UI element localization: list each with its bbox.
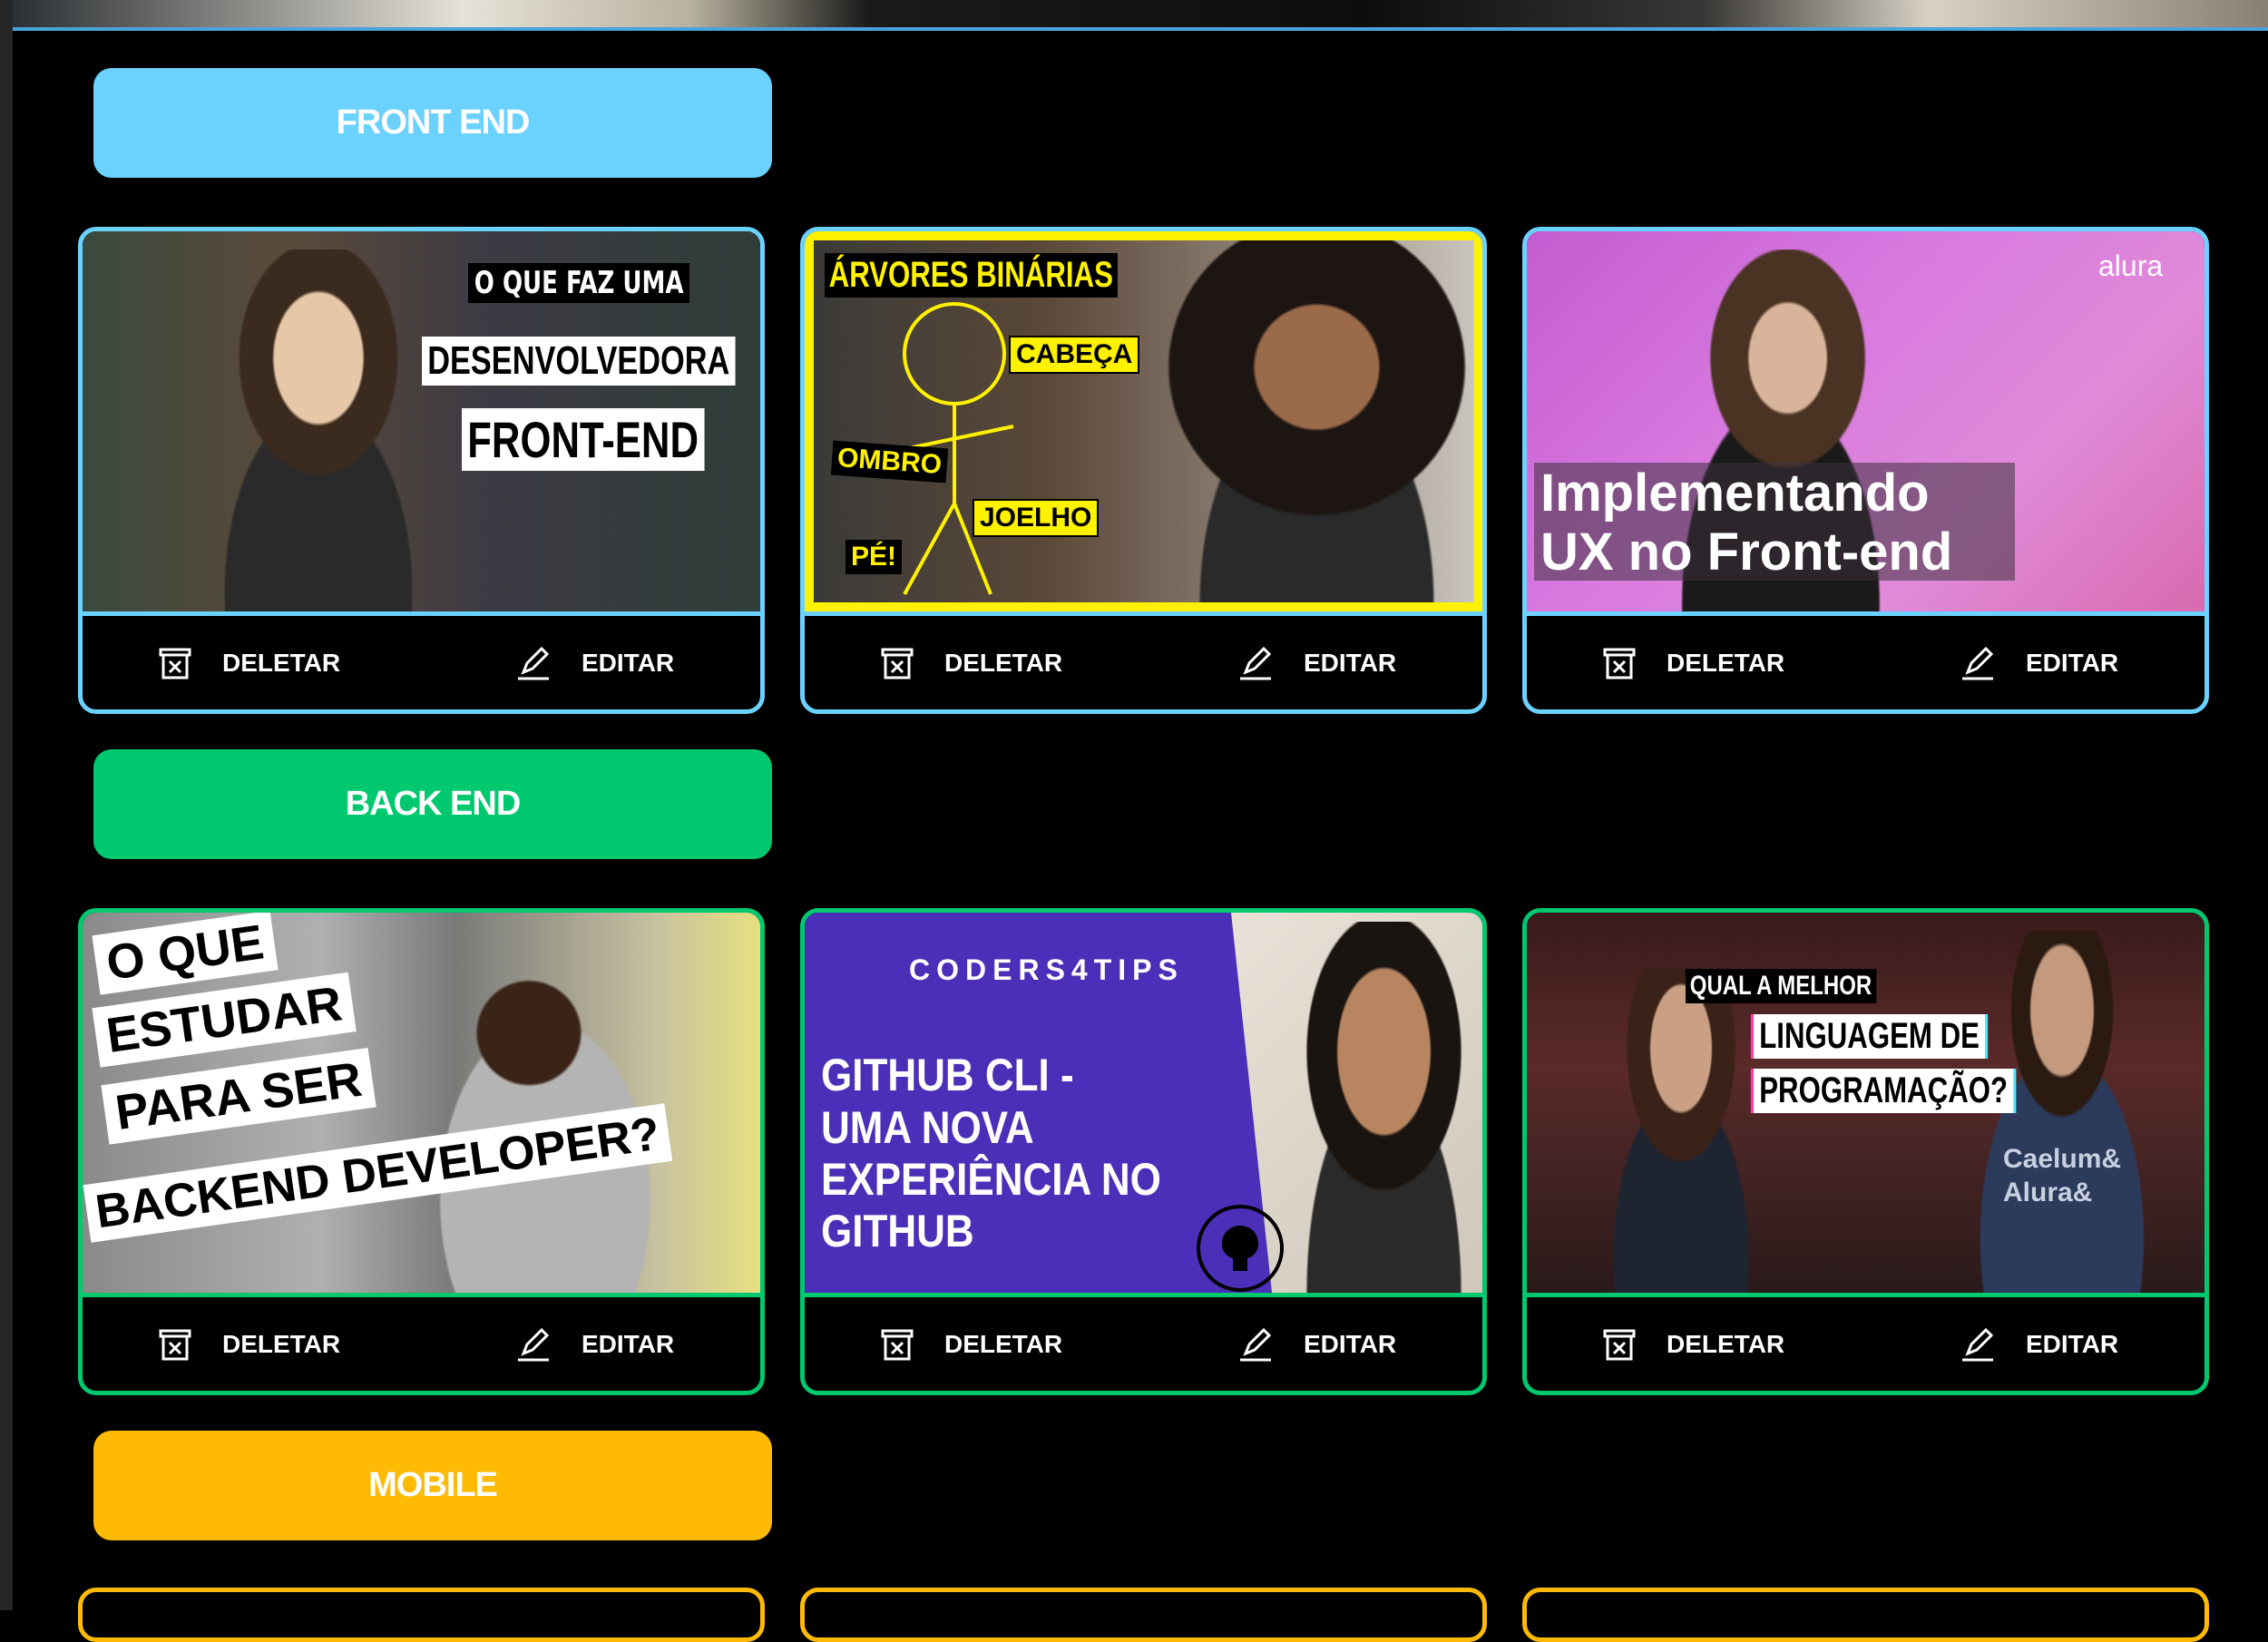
video-thumbnail[interactable]: O QUE FAZ UMA DESENVOLVEDORA FRONT-END [83, 231, 760, 611]
video-card[interactable]: ÁRVORES BINÁRIAS CABEÇA OMBRO JOELHO PÉ!… [800, 227, 1487, 714]
thumb-text: GITHUB CLI - [821, 1050, 1074, 1100]
video-thumbnail[interactable]: ÁRVORES BINÁRIAS CABEÇA OMBRO JOELHO PÉ! [805, 231, 1482, 611]
delete-button[interactable]: DELETAR [879, 1297, 1062, 1391]
delete-label: DELETAR [222, 1329, 341, 1358]
category-button-mobile[interactable]: MOBILE [93, 1431, 772, 1540]
thumb-text: QUAL A MELHOR [1686, 969, 1877, 1003]
shirt-text: Alura& [2003, 1178, 2093, 1207]
delete-label: DELETAR [944, 1329, 1063, 1358]
thumb-text: UMA NOVA [821, 1102, 1034, 1153]
edit-button[interactable]: EDITAR [1238, 1297, 1396, 1391]
video-card[interactable]: Implementando UX no Front-end alura DELE… [1522, 227, 2209, 714]
delete-label: DELETAR [222, 648, 341, 677]
video-thumbnail[interactable]: O QUE ESTUDAR PARA SER BACKEND DEVELOPER… [83, 913, 760, 1293]
thumb-text: PROGRAMAÇÃO? [1754, 1069, 2014, 1113]
video-card[interactable] [78, 1588, 765, 1642]
edit-label: EDITAR [2026, 1329, 2119, 1358]
thumb-text: LINGUAGEM DE [1754, 1014, 1986, 1059]
category-button-front-end[interactable]: FRONT END [93, 68, 772, 178]
delete-button[interactable]: DELETAR [157, 616, 340, 709]
video-thumbnail[interactable]: Implementando UX no Front-end alura [1527, 231, 2204, 611]
hero-banner-edge [13, 0, 2268, 31]
thumb-text: O QUE FAZ UMA [468, 263, 690, 303]
card-actions: DELETAR EDITAR [1527, 611, 2204, 709]
video-card[interactable]: CODERS4TIPS GITHUB CLI - UMA NOVA EXPERI… [800, 908, 1487, 1395]
thumb-text: UX no Front-end [1540, 523, 1953, 582]
category-button-back-end[interactable]: BACK END [93, 749, 772, 859]
thumb-text: EXPERIÊNCIA NO [821, 1154, 1161, 1205]
shirt-text: Caelum& [2003, 1144, 2122, 1174]
github-icon [1197, 1205, 1284, 1292]
thumb-text: JOELHO [973, 499, 1100, 537]
edit-button[interactable]: EDITAR [516, 616, 674, 709]
thumb-text: PARA SER [101, 1047, 376, 1145]
delete-label: DELETAR [944, 648, 1063, 677]
delete-button[interactable]: DELETAR [1601, 1297, 1784, 1391]
trash-icon [1603, 648, 1636, 679]
delete-label: DELETAR [1667, 1329, 1785, 1358]
presenter-photo [146, 249, 491, 611]
trash-icon [881, 1329, 914, 1360]
video-card[interactable]: O QUE FAZ UMA DESENVOLVEDORA FRONT-END D… [78, 227, 765, 714]
pencil-icon [1962, 646, 1994, 679]
video-thumbnail[interactable]: CODERS4TIPS GITHUB CLI - UMA NOVA EXPERI… [805, 913, 1482, 1293]
edit-label: EDITAR [1304, 648, 1397, 677]
video-card[interactable] [800, 1588, 1487, 1642]
thumb-text: FRONT-END [462, 408, 705, 471]
edit-label: EDITAR [582, 1329, 675, 1358]
thumb-text: O QUE [92, 913, 279, 995]
card-actions: DELETAR EDITAR [1527, 1293, 2204, 1391]
edit-button[interactable]: EDITAR [1960, 616, 2118, 709]
thumb-text: GITHUB [821, 1206, 974, 1256]
thumb-text: CODERS4TIPS [909, 953, 1184, 986]
trash-icon [159, 648, 191, 679]
thumb-text: PÉ! [846, 540, 903, 574]
delete-label: DELETAR [1667, 648, 1785, 677]
trash-icon [159, 1329, 191, 1360]
card-actions: DELETAR EDITAR [805, 1293, 1482, 1391]
edit-button[interactable]: EDITAR [1238, 616, 1396, 709]
video-card[interactable]: QUAL A MELHOR LINGUAGEM DE PROGRAMAÇÃO? … [1522, 908, 2209, 1395]
left-scroll-strip [0, 0, 13, 1610]
pencil-icon [1962, 1327, 1994, 1361]
delete-button[interactable]: DELETAR [1601, 616, 1784, 709]
thumb-text: CABEÇA [1009, 336, 1140, 374]
edit-button[interactable]: EDITAR [516, 1297, 674, 1391]
alura-logo: alura [2098, 249, 2164, 282]
pencil-icon [1240, 1327, 1272, 1361]
pencil-icon [518, 1327, 550, 1361]
pencil-icon [518, 646, 550, 679]
card-actions: DELETAR EDITAR [805, 611, 1482, 709]
thumb-text: Implementando [1540, 464, 1930, 523]
thumb-text: DESENVOLVEDORA [422, 337, 736, 386]
edit-button[interactable]: EDITAR [1960, 1297, 2118, 1391]
edit-label: EDITAR [582, 648, 675, 677]
delete-button[interactable]: DELETAR [879, 616, 1062, 709]
pencil-icon [1240, 646, 1272, 679]
card-actions: DELETAR EDITAR [83, 611, 760, 709]
card-actions: DELETAR EDITAR [83, 1293, 760, 1391]
delete-button[interactable]: DELETAR [157, 1297, 340, 1391]
video-thumbnail[interactable]: QUAL A MELHOR LINGUAGEM DE PROGRAMAÇÃO? … [1527, 913, 2204, 1293]
thumb-text: ÁRVORES BINÁRIAS [825, 253, 1118, 298]
trash-icon [881, 648, 914, 679]
video-card[interactable]: O QUE ESTUDAR PARA SER BACKEND DEVELOPER… [78, 908, 765, 1395]
edit-label: EDITAR [2026, 648, 2119, 677]
video-card[interactable] [1522, 1588, 2209, 1642]
trash-icon [1603, 1329, 1636, 1360]
edit-label: EDITAR [1304, 1329, 1397, 1358]
